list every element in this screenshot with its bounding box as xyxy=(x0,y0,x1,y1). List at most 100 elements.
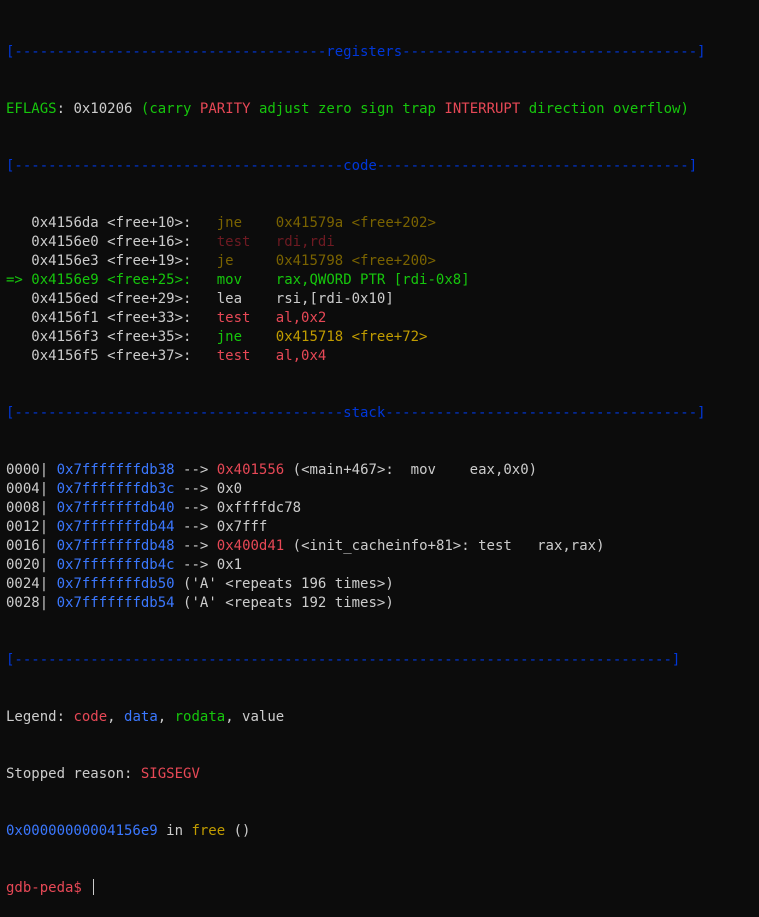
stack-arrow: --> xyxy=(183,538,209,554)
stopped-reason-line: Stopped reason: SIGSEGV xyxy=(6,765,759,784)
code-mnemonic: jne xyxy=(216,215,276,231)
stack-arrow: --> xyxy=(183,462,209,478)
stack-offset: 0012| xyxy=(6,519,49,535)
stack-offset: 0028| xyxy=(6,595,49,611)
code-address: 0x4156e0 xyxy=(31,234,99,250)
legend-line: Legend: code, data, rodata, value xyxy=(6,709,285,725)
stack-listing: 0000| 0x7fffffffdb38 --> 0x401556 (<main… xyxy=(6,461,759,613)
code-address: 0x4156f3 xyxy=(31,329,99,345)
stack-row: 0020| 0x7fffffffdb4c --> 0x1 xyxy=(6,556,759,575)
stack-offset: 0008| xyxy=(6,500,49,516)
stack-value: 0x1 xyxy=(216,557,243,573)
stack-row: 0016| 0x7fffffffdb48 --> 0x400d41 (<init… xyxy=(6,537,759,556)
prompt-line[interactable]: gdb-peda$ xyxy=(6,879,759,898)
stack-row: 0004| 0x7fffffffdb3c --> 0x0 xyxy=(6,480,759,499)
stack-annotation: (<init_cacheinfo+81>: test rax,rax) xyxy=(292,538,605,554)
eflags-label: EFLAGS xyxy=(6,101,57,117)
current-instruction-marker xyxy=(6,310,31,326)
stack-arrow: --> xyxy=(183,500,209,516)
stack-address: 0x7fffffffdb3c xyxy=(56,481,175,497)
stack-value: ('A' <repeats 192 times>) xyxy=(183,595,394,611)
stack-address: 0x7fffffffdb50 xyxy=(56,576,175,592)
code-address: 0x4156da xyxy=(31,215,99,231)
stack-address: 0x7fffffffdb4c xyxy=(56,557,175,573)
code-symbol: <free+25>: xyxy=(107,272,217,288)
code-line: 0x4156f5 <free+37>: test al,0x4 xyxy=(6,347,759,366)
code-line: 0x4156ed <free+29>: lea rsi,[rdi-0x10] xyxy=(6,290,759,309)
stack-offset: 0000| xyxy=(6,462,49,478)
location-function: free xyxy=(191,823,226,839)
code-mnemonic: mov xyxy=(216,272,276,288)
code-address: 0x4156e9 xyxy=(31,272,99,288)
current-instruction-marker xyxy=(6,291,31,307)
eflag-carry: carry xyxy=(149,101,192,117)
code-operands: 0x41579a <free+202> xyxy=(275,215,436,231)
code-operands: al,0x2 xyxy=(275,310,327,326)
stack-value: 0x7fff xyxy=(216,519,268,535)
code-mnemonic: test xyxy=(216,234,276,250)
code-address: 0x4156f5 xyxy=(31,348,99,364)
end-separator: [---------------------------------------… xyxy=(6,652,681,668)
stack-address: 0x7fffffffdb44 xyxy=(56,519,175,535)
stack-arrow: --> xyxy=(183,481,209,497)
eflag-adjust: adjust xyxy=(258,101,310,117)
legend-rodata: rodata xyxy=(174,709,226,725)
code-operands: rax,QWORD PTR [rdi-0x8] xyxy=(275,272,470,288)
legend-value: value xyxy=(242,709,285,725)
stack-value: 0x401556 xyxy=(216,462,285,478)
registers-separator: [-------------------------------------re… xyxy=(6,44,706,60)
code-operands: 0x415798 <free+200> xyxy=(275,253,436,269)
gdb-prompt: gdb-peda$ xyxy=(6,880,82,896)
stack-separator: [---------------------------------------… xyxy=(6,405,706,421)
eflag-direction: direction xyxy=(528,101,605,117)
code-address: 0x4156f1 xyxy=(31,310,99,326)
code-line: 0x4156f1 <free+33>: test al,0x2 xyxy=(6,309,759,328)
stack-offset: 0020| xyxy=(6,557,49,573)
terminal-window[interactable]: [-------------------------------------re… xyxy=(0,0,759,896)
stopped-reason: SIGSEGV xyxy=(140,766,200,782)
code-operands: rdi,rdi xyxy=(275,234,335,250)
current-instruction-marker xyxy=(6,329,31,345)
stack-address: 0x7fffffffdb40 xyxy=(56,500,175,516)
legend-data: data xyxy=(124,709,158,725)
code-symbol: <free+10>: xyxy=(107,215,217,231)
eflag-interrupt: INTERRUPT xyxy=(444,101,521,117)
stack-value: ('A' <repeats 196 times>) xyxy=(183,576,394,592)
current-instruction-marker: => xyxy=(6,272,32,288)
code-mnemonic: test xyxy=(216,310,276,326)
stack-row: 0008| 0x7fffffffdb40 --> 0xffffdc78 xyxy=(6,499,759,518)
code-operands: 0x415718 <free+72> xyxy=(275,329,428,345)
current-instruction-marker xyxy=(6,348,31,364)
code-line: 0x4156e3 <free+19>: je 0x415798 <free+20… xyxy=(6,252,759,271)
eflag-trap: trap xyxy=(402,101,436,117)
eflags-value: 0x10206 xyxy=(73,101,133,117)
stack-row: 0012| 0x7fffffffdb44 --> 0x7fff xyxy=(6,518,759,537)
stack-offset: 0024| xyxy=(6,576,49,592)
code-mnemonic: je xyxy=(216,253,276,269)
current-instruction-marker xyxy=(6,253,31,269)
text-cursor[interactable] xyxy=(93,879,95,895)
stack-value: 0xffffdc78 xyxy=(216,500,302,516)
code-symbol: <free+35>: xyxy=(107,329,217,345)
code-symbol: <free+29>: xyxy=(107,291,217,307)
code-listing: 0x4156da <free+10>: jne 0x41579a <free+2… xyxy=(6,214,759,366)
code-operands: rsi,[rdi-0x10] xyxy=(275,291,394,307)
stack-arrow: --> xyxy=(183,519,209,535)
eflags-line: EFLAGS: 0x10206 (carry PARITY adjust zer… xyxy=(6,101,689,117)
code-mnemonic: lea xyxy=(216,291,276,307)
stack-arrow: --> xyxy=(183,557,209,573)
stack-offset: 0004| xyxy=(6,481,49,497)
location-line: 0x00000000004156e9 in free () xyxy=(6,822,759,841)
location-address: 0x00000000004156e9 xyxy=(6,823,158,839)
code-operands: al,0x4 xyxy=(275,348,327,364)
code-line: 0x4156f3 <free+35>: jne 0x415718 <free+7… xyxy=(6,328,759,347)
location-args: () xyxy=(233,823,251,839)
code-separator: [---------------------------------------… xyxy=(6,158,698,174)
stack-annotation: (<main+467>: mov eax,0x0) xyxy=(292,462,538,478)
code-address: 0x4156ed xyxy=(31,291,99,307)
code-symbol: <free+37>: xyxy=(107,348,217,364)
stack-row: 0028| 0x7fffffffdb54 ('A' <repeats 192 t… xyxy=(6,594,759,613)
stack-value: 0x400d41 xyxy=(216,538,285,554)
stack-address: 0x7fffffffdb48 xyxy=(56,538,175,554)
code-line: 0x4156da <free+10>: jne 0x41579a <free+2… xyxy=(6,214,759,233)
